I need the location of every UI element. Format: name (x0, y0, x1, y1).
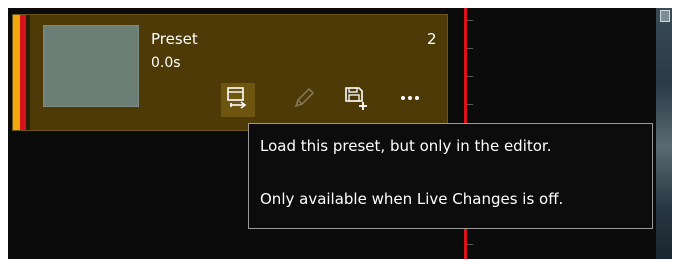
timeline-tick (467, 48, 473, 49)
timeline-tick (467, 76, 473, 77)
save-new-icon (343, 85, 369, 115)
preset-card[interactable]: Preset 0.0s 2 (12, 14, 448, 131)
timeline-tick (467, 244, 473, 245)
preset-title: Preset (151, 30, 198, 48)
preview-image-edge (656, 8, 672, 259)
preset-duration: 0.0s (151, 55, 181, 71)
load-preset-icon (225, 85, 251, 115)
load-in-editor-button[interactable] (221, 83, 255, 117)
pencil-icon (291, 85, 317, 115)
preset-thumbnail (43, 25, 139, 107)
tooltip-line-1: Load this preset, but only in the editor… (260, 137, 552, 155)
more-options-button[interactable] (393, 83, 427, 117)
edit-preset-button[interactable] (287, 83, 321, 117)
timeline-tick (467, 20, 473, 21)
timeline-tick (467, 104, 473, 105)
preset-index: 2 (427, 30, 437, 48)
save-as-new-preset-button[interactable] (339, 83, 373, 117)
preview-image-badge (660, 10, 670, 22)
load-in-editor-tooltip: Load this preset, but only in the editor… (248, 123, 653, 229)
more-icon (397, 85, 423, 115)
timeline-panel: Preset 0.0s 2 Load this preset, but only… (8, 8, 672, 259)
preset-color-stripe (13, 15, 20, 130)
tooltip-line-2: Only available when Live Changes is off. (260, 190, 564, 208)
preset-stripe-divider (26, 15, 30, 130)
